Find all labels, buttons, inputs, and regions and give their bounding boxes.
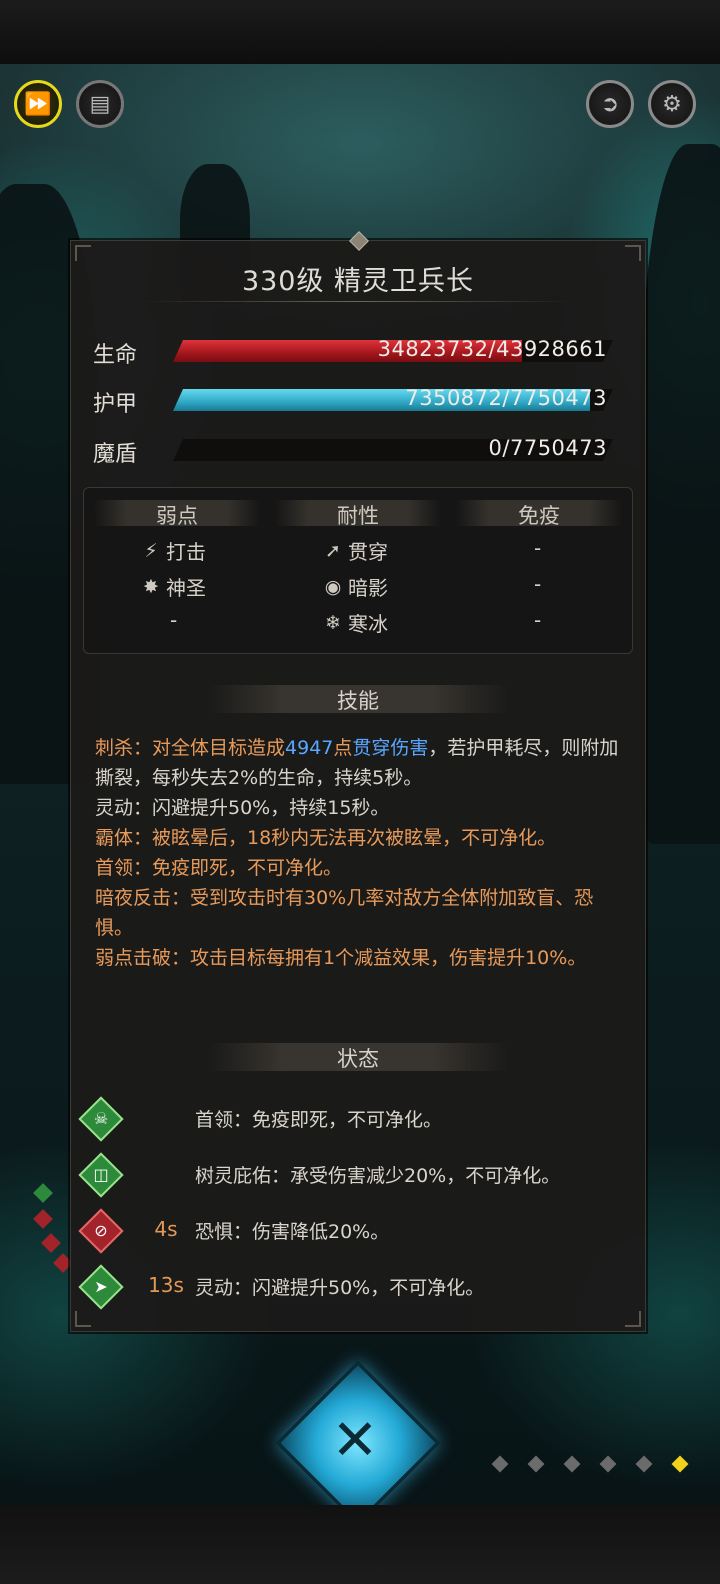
armor-bar: 7350872/7750473: [173, 389, 613, 411]
weak-label: -: [170, 608, 178, 632]
bottom-frame: [0, 1505, 720, 1584]
frost-icon: ❄: [325, 611, 341, 634]
skill-night-counter: 暗夜反击：受到攻击时有30%几率对敌方全体附加致盲、恐惧。: [95, 887, 594, 939]
immune-item: -: [534, 536, 542, 560]
status-text: 树灵庇佑：承受伤害减少20%，不可净化。: [195, 1165, 561, 1187]
status-duration: 13s: [148, 1273, 184, 1297]
holy-icon: ✸: [143, 575, 159, 598]
status-text: 恐惧：伤害降低20%。: [195, 1221, 390, 1243]
hp-bar: 34823732/43928661: [173, 340, 613, 362]
immune-item: -: [534, 572, 542, 596]
auto-battle-button[interactable]: ▤: [76, 80, 124, 128]
fast-forward-icon: ⏩: [24, 91, 52, 117]
pierce-icon: ➚: [325, 539, 341, 562]
top-status-strip: [0, 0, 720, 64]
resist-item: ❄ 寒冰: [322, 608, 388, 637]
monster-title: 330级 精灵卫兵长: [241, 266, 475, 297]
settings-button[interactable]: ⚙: [648, 80, 696, 128]
exit-battle-button[interactable]: ➲: [586, 80, 634, 128]
weak-header: 弱点: [94, 500, 260, 528]
immune-header: 免疫: [456, 500, 622, 528]
armor-value: 7350872/7750473: [405, 386, 607, 410]
boot-icon: ➤: [94, 1277, 108, 1296]
hp-label: 生命: [93, 343, 138, 368]
resist-header: 耐性: [275, 500, 441, 528]
weak-item: ⚡ 打击: [140, 536, 206, 565]
skills-list: 刺杀：对全体目标造成4947点贯穿伤害，若护甲耗尽，则附加撕裂，每秒失去2%的生…: [95, 733, 625, 973]
weak-item: -: [170, 608, 177, 632]
skill-assassinate: 刺杀：对全体目标造成4947点贯穿伤害，若护甲耗尽，则附加撕裂，每秒失去2%的生…: [95, 737, 619, 789]
skill-boss: 首领：免疫即死，不可净化。: [95, 857, 343, 879]
skills-header: 技能: [208, 685, 508, 713]
resistance-table: 弱点 耐性 免疫 ⚡ 打击 ✸ 神圣 - ➚ 贯穿 ◉ 暗影 ❄ 寒冰 - - …: [83, 487, 633, 654]
status-row: ➤ 13s 灵动：闪避提升50%，不可净化。: [78, 1264, 625, 1310]
weak-label: 打击: [166, 540, 206, 564]
hp-value: 34823732/43928661: [377, 337, 607, 361]
speed-toggle-button[interactable]: ⏩: [14, 80, 62, 128]
resist-item: ➚ 贯穿: [322, 536, 388, 565]
status-header: 状态: [208, 1043, 508, 1071]
status-row: ⊘ 4s 恐惧：伤害降低20%。: [78, 1208, 625, 1254]
gear-icon: ⚙: [662, 91, 682, 117]
status-row: ☠ 首领：免疫即死，不可净化。: [78, 1096, 625, 1142]
weak-item: ✸ 神圣: [140, 572, 206, 601]
resist-label: 暗影: [348, 576, 388, 600]
status-row: ◫ 树灵庇佑：承受伤害减少20%，不可净化。: [78, 1152, 625, 1198]
exit-icon: ➲: [600, 91, 620, 117]
immune-item: -: [534, 608, 542, 632]
shield-icon: ◫: [93, 1165, 109, 1184]
skull-icon: ☠: [93, 1109, 109, 1128]
skill-agility: 灵动：闪避提升50%，持续15秒。: [95, 797, 390, 819]
status-text: 灵动：闪避提升50%，不可净化。: [195, 1277, 485, 1299]
shield-bar: 0/7750473: [173, 439, 613, 461]
shield-value: 0/7750473: [488, 436, 607, 460]
auto-battle-icon: ▤: [89, 91, 111, 117]
resist-label: 寒冰: [348, 612, 388, 636]
skill-super-armor: 霸体：被眩晕后，18秒内无法再次被眩晕，不可净化。: [95, 827, 557, 849]
fear-icon: ⊘: [94, 1221, 108, 1240]
shadow-icon: ◉: [324, 575, 342, 598]
resist-label: 贯穿: [348, 540, 388, 564]
shield-label: 魔盾: [93, 442, 138, 467]
resist-item: ◉ 暗影: [322, 572, 388, 601]
status-text: 首领：免疫即死，不可净化。: [195, 1109, 443, 1131]
strike-icon: ⚡: [144, 539, 158, 562]
skill-weakness-break: 弱点击破：攻击目标每拥有1个减益效果，伤害提升10%。: [95, 947, 587, 969]
close-icon[interactable]: ✕: [300, 1385, 410, 1495]
monster-info-panel: 330级 精灵卫兵长 生命 34823732/43928661 护甲 73508…: [70, 231, 646, 1332]
weak-label: 神圣: [166, 576, 206, 600]
armor-label: 护甲: [93, 392, 138, 417]
status-duration: 4s: [154, 1217, 178, 1241]
